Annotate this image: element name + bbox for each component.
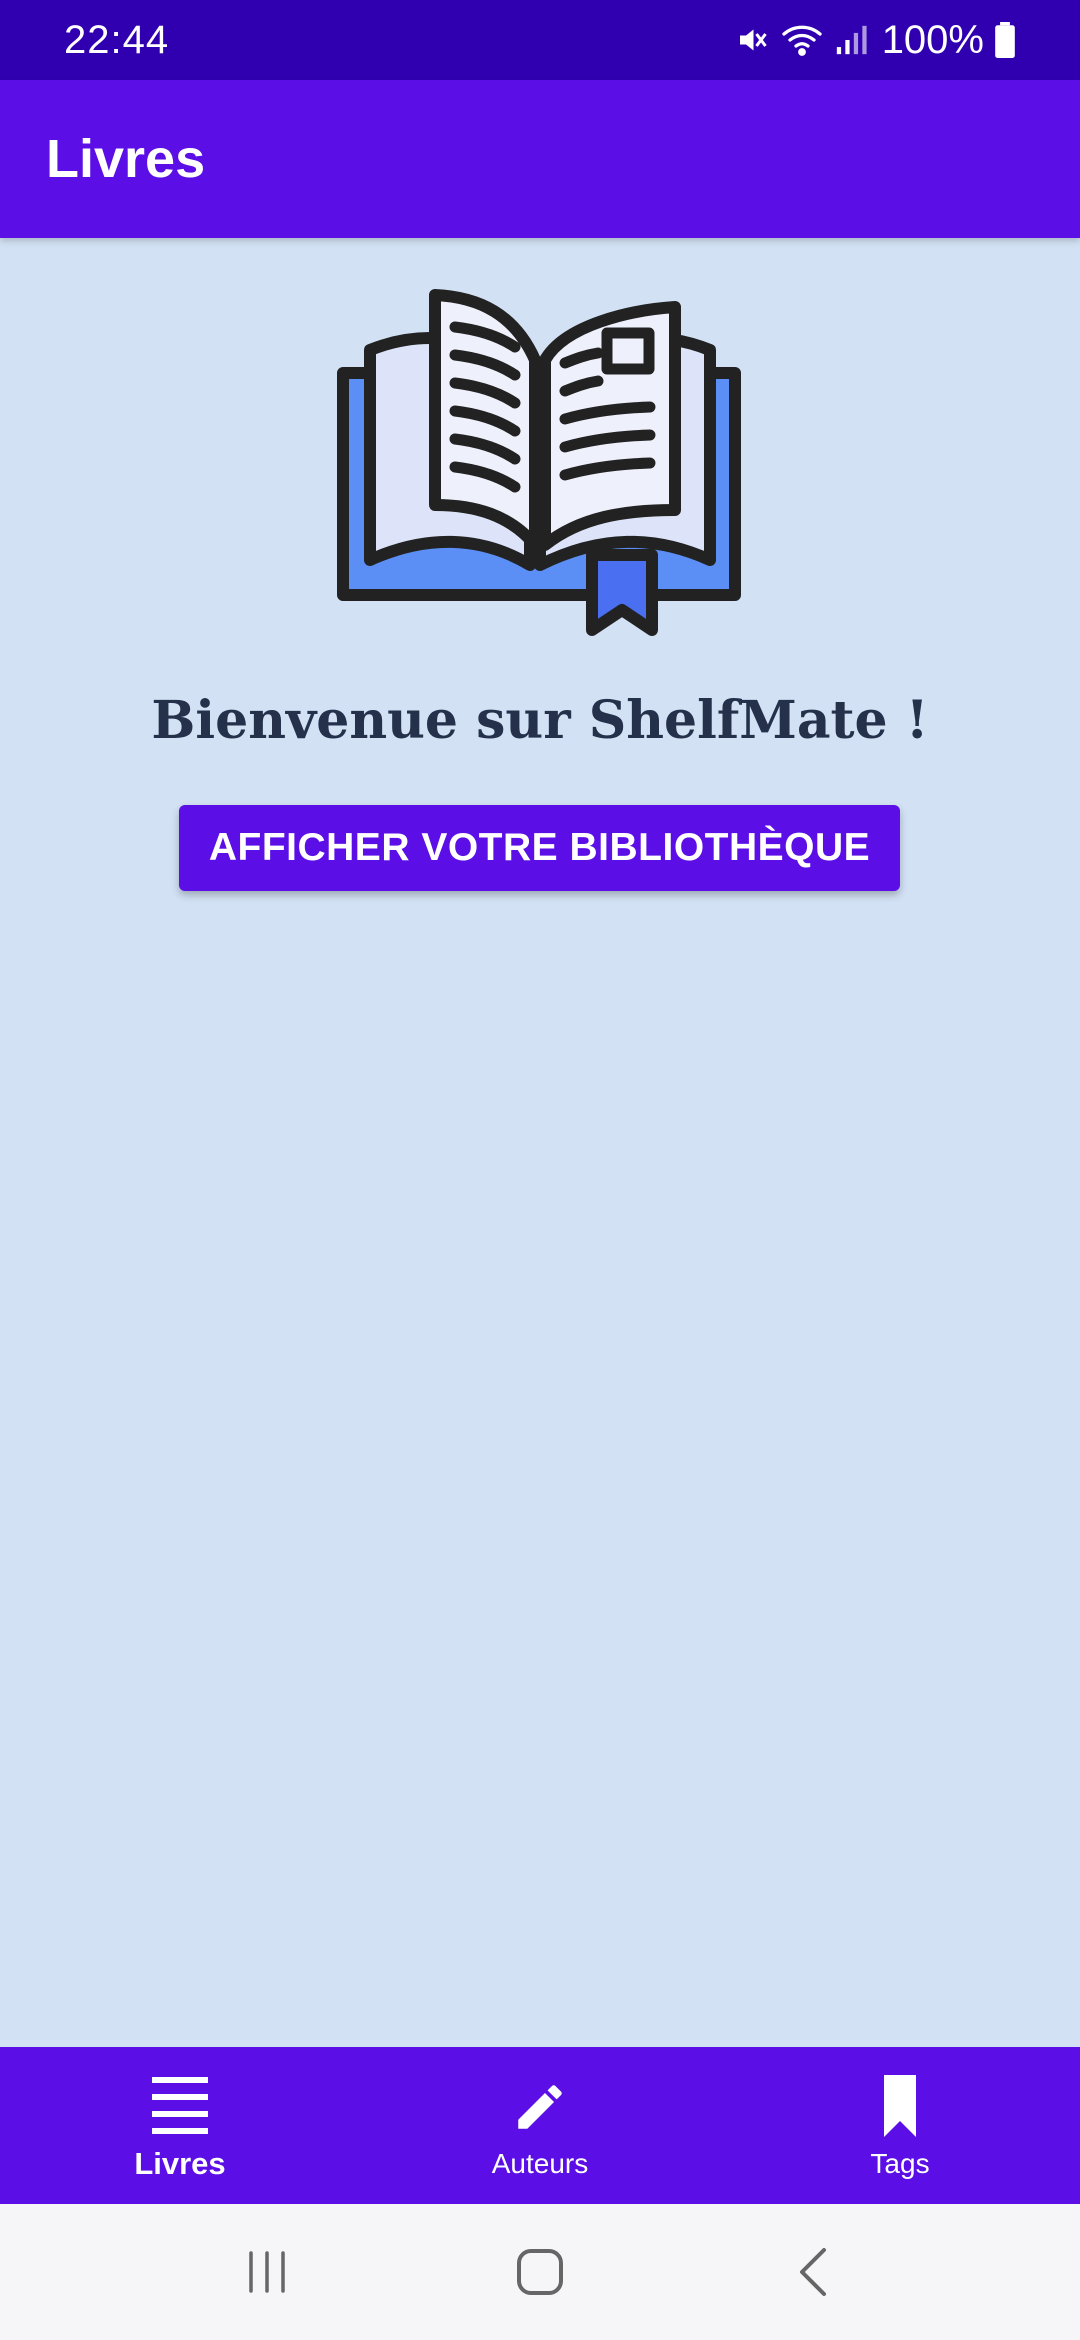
mute-icon <box>734 22 770 58</box>
pencil-icon <box>511 2072 569 2142</box>
nav-label-auteurs: Auteurs <box>491 2147 589 2179</box>
nav-item-tags[interactable]: Tags <box>720 2047 1080 2204</box>
recents-icon[interactable] <box>207 2232 327 2312</box>
bottom-navigation: Livres Auteurs Tags <box>0 2047 1080 2204</box>
menu-list-icon <box>152 2070 208 2140</box>
status-icons: 100% <box>734 18 1016 63</box>
show-library-button[interactable]: AFFICHER VOTRE BIBLIOTHÈQUE <box>179 805 900 891</box>
nav-label-livres: Livres <box>134 2145 226 2181</box>
battery-icon <box>994 22 1016 58</box>
page-title: Livres <box>46 129 206 189</box>
nav-label-tags: Tags <box>870 2147 930 2179</box>
status-time: 22:44 <box>64 17 170 62</box>
welcome-heading: Bienvenue sur ShelfMate ! <box>151 690 929 751</box>
nav-item-auteurs[interactable]: Auteurs <box>360 2047 720 2204</box>
back-icon[interactable] <box>753 2232 873 2312</box>
app-bar: Livres <box>0 80 1080 238</box>
home-icon[interactable] <box>480 2232 600 2312</box>
system-navigation-bar <box>0 2204 1080 2340</box>
nav-item-livres[interactable]: Livres <box>0 2047 360 2204</box>
bookmark-icon <box>882 2072 918 2142</box>
status-bar: 22:44 100% <box>0 0 1080 80</box>
wifi-icon <box>780 22 824 58</box>
battery-percentage: 100% <box>881 17 984 62</box>
signal-icon <box>834 22 868 58</box>
open-book-icon <box>330 285 750 645</box>
